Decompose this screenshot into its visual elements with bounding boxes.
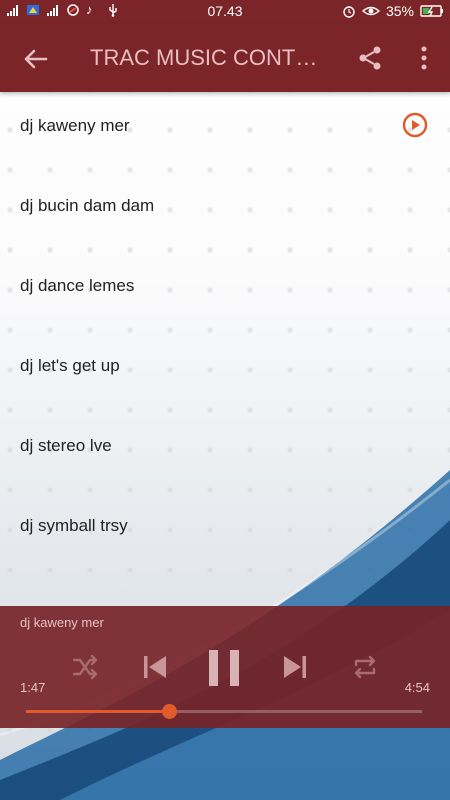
track-title: dj stereo lve: [20, 436, 112, 455]
back-arrow-icon[interactable]: [20, 44, 50, 74]
shuffle-icon[interactable]: [70, 652, 100, 682]
track-title: dj bucin dam dam: [20, 196, 155, 215]
battery-percent: 35%: [385, 3, 414, 19]
track-title: dj symball trsy: [20, 516, 128, 535]
battery-charging-icon: [420, 5, 443, 17]
seek-bar-progress: [26, 710, 169, 713]
more-options-icon[interactable]: [418, 44, 430, 72]
track-list: dj kaweny mer dj bucin dam dam dj dance …: [0, 92, 450, 572]
track-row[interactable]: dj stereo lve: [0, 412, 450, 492]
track-row[interactable]: dj bucin dam dam: [0, 172, 450, 252]
track-title: dj dance lemes: [20, 276, 135, 295]
track-row[interactable]: dj symball trsy: [0, 492, 450, 572]
track-row[interactable]: dj let's get up: [0, 332, 450, 412]
player-panel: dj kaweny mer 1:47 4:54: [0, 606, 450, 728]
seek-bar-thumb[interactable]: [161, 704, 177, 719]
track-title: dj let's get up: [20, 356, 120, 375]
play-circle-icon[interactable]: [402, 112, 428, 138]
now-playing-title: dj kaweny mer: [20, 615, 104, 630]
track-row[interactable]: dj kaweny mer: [0, 92, 450, 172]
eye-icon: [361, 6, 380, 16]
repeat-icon[interactable]: [350, 652, 380, 682]
track-row[interactable]: dj dance lemes: [0, 252, 450, 332]
share-icon[interactable]: [356, 44, 384, 72]
app-bar: TRAC MUSIC CONT…: [0, 24, 450, 92]
page-title: TRAC MUSIC CONT…: [90, 45, 318, 70]
status-icons-right: 35%: [342, 3, 444, 19]
pause-icon[interactable]: [206, 648, 242, 688]
skip-next-icon[interactable]: [280, 652, 310, 682]
track-title: dj kaweny mer: [20, 116, 130, 135]
elapsed-time: 1:47: [20, 680, 46, 695]
total-duration: 4:54: [404, 680, 430, 695]
alarm-icon: [343, 6, 355, 18]
status-bar: ♪ 07.43 35%: [0, 0, 450, 24]
skip-previous-icon[interactable]: [140, 652, 170, 682]
seek-bar[interactable]: [26, 704, 422, 719]
